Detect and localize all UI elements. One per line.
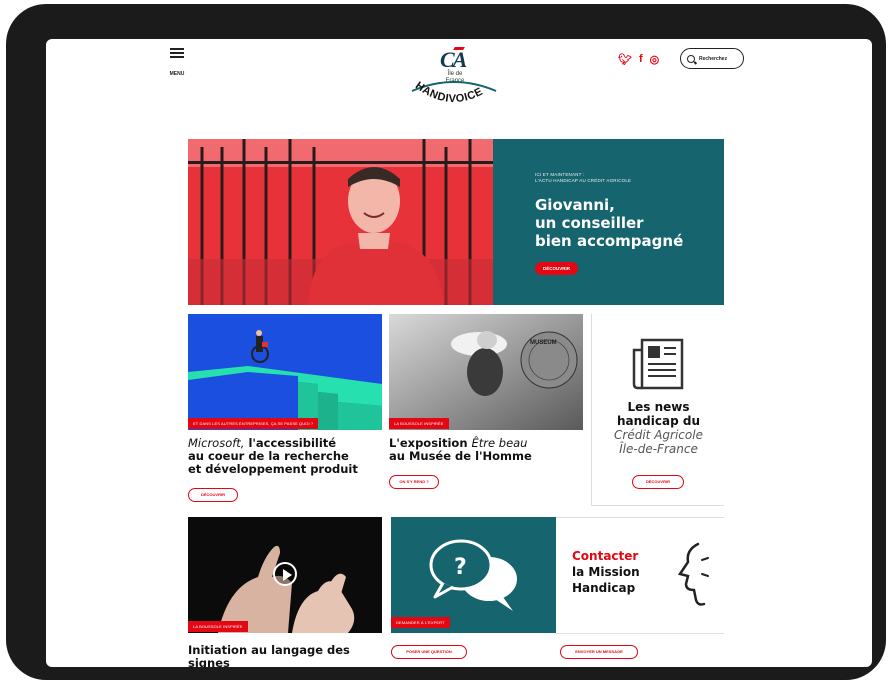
tablet-frame: MENU CA Île de France HANDIVOICE 🐦︎ f ◎ … — [6, 4, 886, 680]
menu-label: MENU — [169, 71, 185, 77]
handivoice-wordmark: HANDIVOICE — [411, 80, 497, 105]
hamburger-icon-bar — [170, 56, 184, 58]
svg-text:MUSEUM: MUSEUM — [530, 340, 557, 346]
card-microsoft-title: Microsoft, l'accessibilité au coeur de l… — [188, 437, 382, 476]
exposition-photo: MUSEUM — [389, 314, 583, 430]
hero-panel: ICI ET MAINTENANT : L'ACTU HANDICAP AU C… — [493, 139, 724, 305]
card-microsoft-title-line: au coeur de la recherche — [188, 449, 349, 463]
search-icon — [687, 54, 695, 63]
card-news-subtitle-line: Crédit Agricole — [614, 428, 703, 442]
card-contact-panel: Contacter la Mission Handicap — [556, 517, 724, 633]
card-exposition-title-line: au Musée de l'Homme — [389, 449, 532, 463]
card-news-title-line: handicap du — [617, 414, 700, 428]
hero-kicker-line: L'ACTU HANDICAP AU CRÉDIT AGRICOLE — [535, 178, 632, 183]
card-news-subtitle-line: Île-de-France — [619, 442, 698, 456]
search-label: Recherchez — [699, 55, 728, 62]
facebook-icon[interactable]: f — [639, 53, 643, 65]
speech-bubbles-icon: ? — [391, 517, 556, 633]
card-exposition-title: L'exposition Être beau au Musée de l'Hom… — [389, 437, 583, 463]
screen: MENU CA Île de France HANDIVOICE 🐦︎ f ◎ … — [46, 39, 872, 667]
credit-agricole-logo: CA — [440, 47, 467, 72]
hero-person-photo — [308, 167, 444, 305]
instagram-icon[interactable]: ◎ — [650, 53, 660, 66]
card-contact-title: Contacter la Mission Handicap — [572, 548, 640, 596]
card-microsoft[interactable]: ET DANS LES AUTRES ENTREPRISES, ÇA SE PA… — [188, 314, 382, 506]
card-exposition-title-bold: L'exposition — [389, 436, 472, 450]
card-signes-image — [188, 517, 382, 633]
hero-discover-button[interactable]: DÉCOUVRIR — [535, 262, 579, 275]
card-microsoft-title-line: et développement produit — [188, 462, 358, 476]
card-news-title-line: Les news — [627, 400, 690, 414]
card-question[interactable]: ? DEMANDER À L'EXPERT POSER UNE QUESTION — [391, 517, 556, 667]
card-signes[interactable]: LA BOUSSOLE INSPIRÉE Initiation au langa… — [188, 517, 382, 667]
hero-image — [188, 139, 493, 305]
card-microsoft-title-italic: Microsoft, — [188, 436, 245, 450]
hero-title-line: un conseiller — [535, 214, 644, 232]
credit-agricole-logo-accent — [453, 47, 465, 50]
hamburger-icon-bar — [170, 52, 184, 54]
card-contact-title-line: Handicap — [572, 581, 636, 595]
hero-banner: ICI ET MAINTENANT : L'ACTU HANDICAP AU C… — [188, 139, 724, 305]
play-icon[interactable] — [273, 562, 297, 586]
card-contact-title-line: la Mission — [572, 565, 640, 579]
card-exposition-title-italic: Être beau — [471, 436, 528, 450]
svg-text:?: ? — [454, 555, 467, 580]
card-question-image: ? — [391, 517, 556, 633]
twitter-icon[interactable]: 🐦︎ — [618, 53, 632, 66]
card-news[interactable]: Les news handicap du Crédit Agricole Île… — [591, 314, 724, 506]
hero-title-line: bien accompagné — [535, 232, 684, 250]
card-exposition-go-button[interactable]: ON S'Y REND ? — [389, 475, 439, 489]
newspaper-icon — [632, 338, 684, 390]
hero-title-line: Giovanni, — [535, 196, 615, 214]
card-news-discover-button[interactable]: DÉCOUVRIR — [632, 475, 684, 489]
stairs-illustration — [188, 314, 382, 430]
ask-question-button[interactable]: POSER UNE QUESTION — [391, 645, 467, 659]
hero-title: Giovanni, un conseiller bien accompagné — [535, 196, 724, 250]
handivoice-logo[interactable]: CA Île de France HANDIVOICE — [406, 47, 502, 119]
hamburger-icon — [170, 48, 184, 50]
card-microsoft-title-bold: l'accessibilité — [244, 436, 337, 450]
card-microsoft-image — [188, 314, 382, 430]
face-profile-icon — [677, 542, 709, 606]
card-news-subtitle: Crédit Agricole Île-de-France — [592, 428, 725, 456]
card-contact[interactable]: Contacter la Mission Handicap ENVOYER UN… — [556, 517, 724, 667]
search-button[interactable]: Recherchez — [680, 48, 744, 69]
card-question-tag: DEMANDER À L'EXPERT — [391, 617, 450, 628]
card-signes-tag: LA BOUSSOLE INSPIRÉE — [188, 621, 248, 632]
send-message-button[interactable]: ENVOYER UN MESSAGE — [560, 645, 638, 659]
card-news-title: Les news handicap du — [592, 400, 725, 428]
card-exposition-tag: LA BOUSSOLE INSPIRÉE — [389, 418, 449, 429]
card-microsoft-tag: ET DANS LES AUTRES ENTREPRISES, ÇA SE PA… — [188, 418, 319, 429]
card-exposition[interactable]: MUSEUM LA BOUSSOLE INSPIRÉE L'exposition… — [389, 314, 583, 506]
hero-kicker: ICI ET MAINTENANT : L'ACTU HANDICAP AU C… — [535, 172, 724, 184]
card-contact-title-line: Contacter — [572, 549, 639, 563]
card-microsoft-discover-button[interactable]: DÉCOUVRIR — [188, 488, 238, 502]
social-links: 🐦︎ f ◎ — [618, 52, 659, 66]
menu-button[interactable]: MENU — [168, 48, 186, 79]
card-exposition-image: MUSEUM — [389, 314, 583, 430]
card-signes-title-text: Initiation au langage des signes — [188, 643, 350, 668]
card-signes-title: Initiation au langage des signes — [188, 643, 382, 668]
play-icon-triangle — [283, 569, 292, 581]
divider — [556, 633, 724, 634]
